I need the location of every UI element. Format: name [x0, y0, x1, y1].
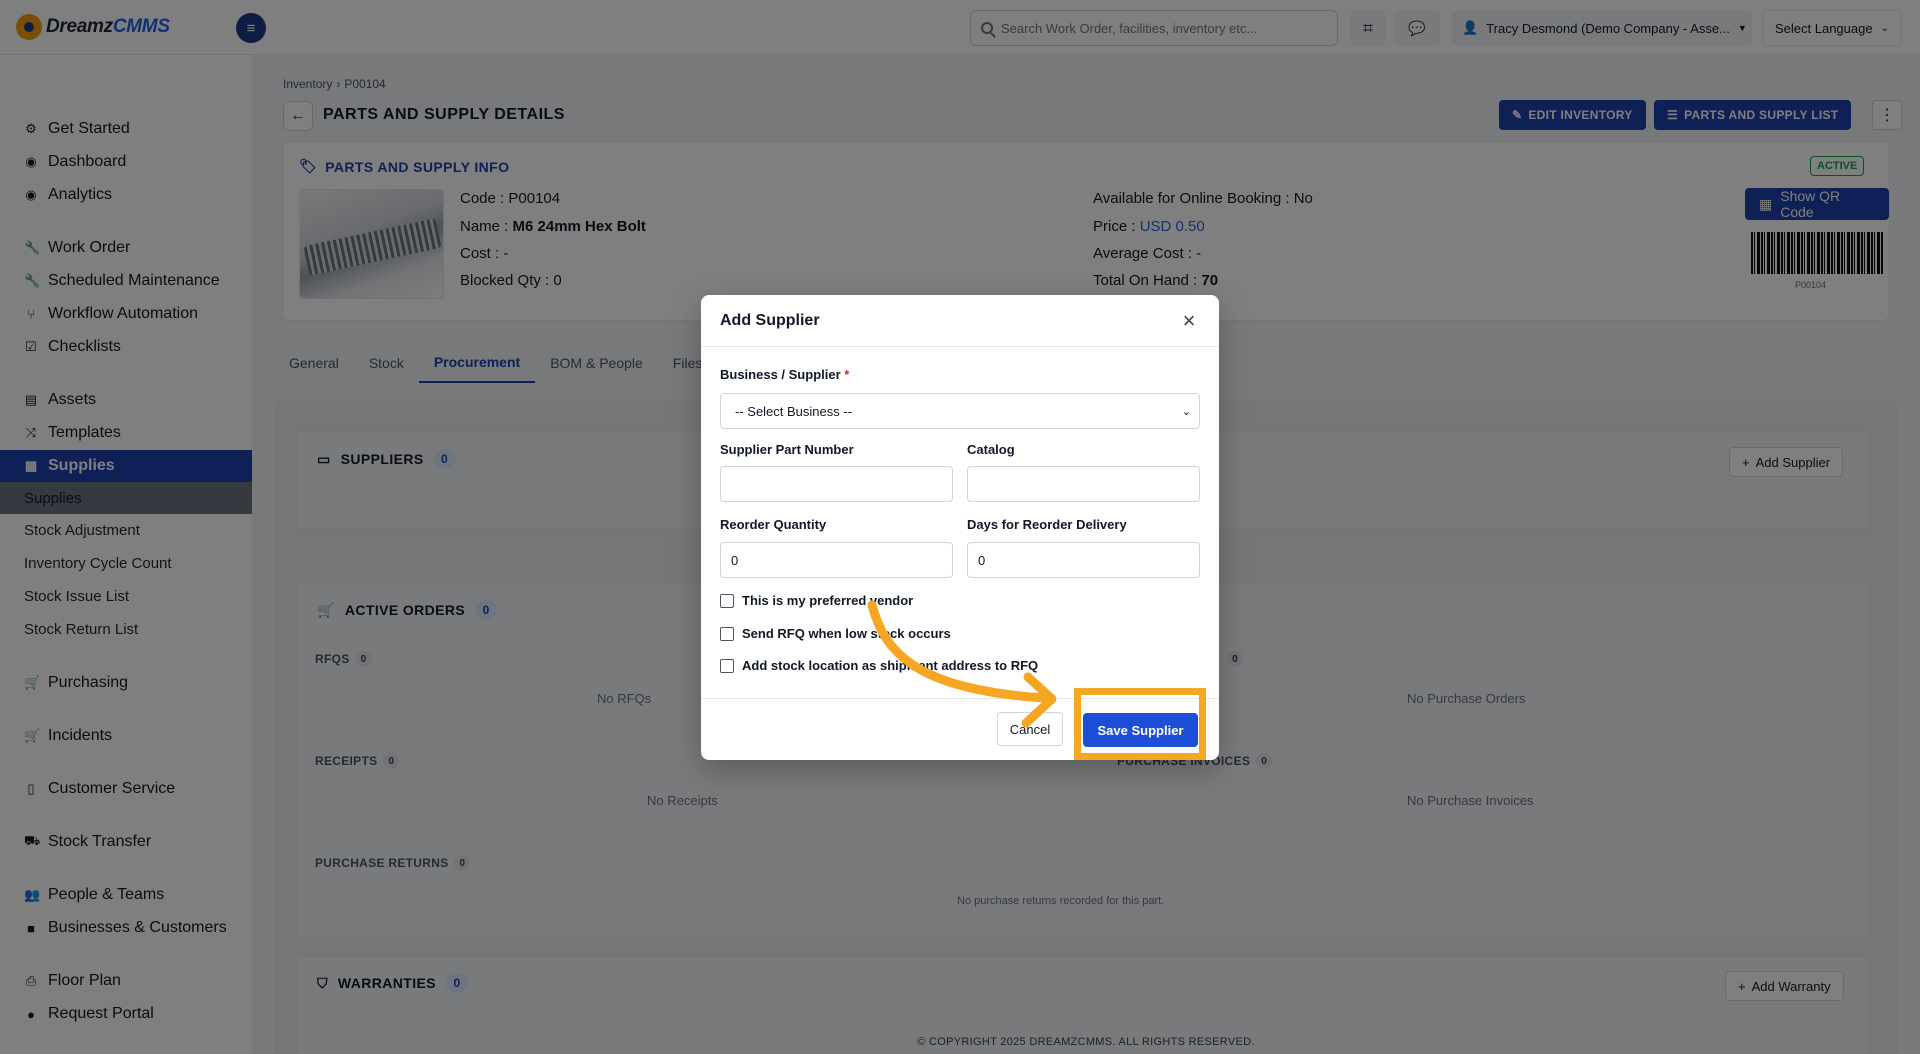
business-label: Business / Supplier *	[720, 367, 850, 382]
reorder-days-label: Days for Reorder Delivery	[967, 517, 1127, 532]
close-icon: ×	[1182, 308, 1196, 333]
stock-location-checkbox[interactable]	[720, 658, 734, 673]
reorder-qty-field[interactable]	[720, 542, 953, 578]
select-value: -- Select Business --	[735, 403, 853, 419]
annotation-arrow	[867, 600, 1057, 728]
modal-title: Add Supplier	[720, 312, 820, 329]
chevron-down-icon: ⌄	[1181, 405, 1191, 418]
part-number-label: Supplier Part Number	[720, 442, 854, 457]
modal-header: Add Supplier ×	[701, 295, 1219, 347]
send-rfq-checkbox[interactable]	[720, 626, 734, 641]
preferred-vendor-checkbox[interactable]	[720, 593, 734, 608]
annotation-highlight-box	[1074, 688, 1206, 760]
reorder-qty-label: Reorder Quantity	[720, 517, 827, 532]
required-marker: *	[844, 367, 850, 382]
business-select[interactable]: -- Select Business -- ⌄	[720, 393, 1200, 429]
close-button[interactable]: ×	[1177, 308, 1201, 333]
part-number-field[interactable]	[720, 466, 953, 502]
catalog-field[interactable]	[967, 466, 1200, 502]
reorder-days-field[interactable]	[967, 542, 1200, 578]
catalog-label: Catalog	[967, 442, 1015, 457]
